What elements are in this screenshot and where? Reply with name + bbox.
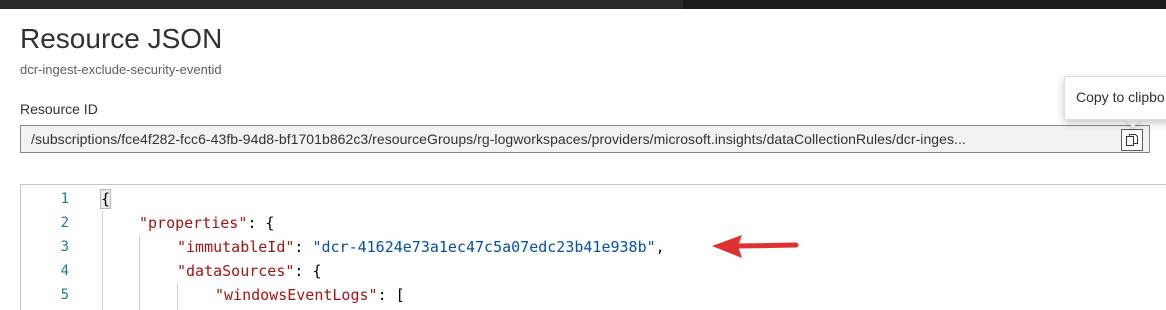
- top-bar: [0, 0, 1166, 9]
- code-line-4: "dataSources": {: [177, 259, 322, 283]
- code-line-5: "windowsEventLogs": [: [215, 283, 405, 307]
- resource-id-value: /subscriptions/fce4f282-fcc6-43fb-94d8-b…: [31, 131, 966, 147]
- line-number-gutter: 1 2 3 4 5: [21, 185, 101, 310]
- copy-icon: [1126, 134, 1138, 146]
- page-subtitle: dcr-ingest-exclude-security-eventid: [20, 62, 222, 77]
- resource-id-label: Resource ID: [20, 101, 98, 117]
- code-line-2: "properties": {: [139, 211, 274, 235]
- json-key: "windowsEventLogs": [215, 286, 378, 304]
- json-key: "immutableId": [177, 238, 295, 256]
- json-punct: : {: [247, 214, 275, 232]
- json-punct: {: [99, 189, 112, 209]
- code-line-1: {: [99, 187, 112, 211]
- json-punct: : [: [377, 286, 405, 304]
- indent-guide: [139, 235, 140, 310]
- indent-guide: [102, 211, 103, 310]
- json-key: "dataSources": [177, 262, 295, 280]
- indent-guide: [177, 283, 178, 310]
- line-number: 1: [60, 191, 69, 207]
- line-number: 5: [60, 287, 69, 303]
- line-number: 2: [60, 215, 69, 231]
- copy-to-clipboard-button[interactable]: [1121, 129, 1143, 151]
- code-line-3: "immutableId": "dcr-41624e73a1ec47c5a07e…: [177, 235, 665, 259]
- json-punct: ,: [655, 238, 665, 256]
- code-area[interactable]: { "properties": { "immutableId": "dcr-41…: [99, 185, 1166, 310]
- top-bar-segment: [0, 0, 683, 9]
- line-number: 4: [60, 263, 69, 279]
- json-punct: :: [294, 238, 313, 256]
- immutable-id-value: "dcr-41624e73a1ec47c5a07edc23b41e938b": [312, 238, 656, 256]
- annotation-arrow-icon: [712, 235, 799, 258]
- resource-id-field[interactable]: /subscriptions/fce4f282-fcc6-43fb-94d8-b…: [20, 125, 1150, 153]
- line-number: 3: [60, 239, 69, 255]
- copy-tooltip: Copy to clipbo: [1064, 76, 1166, 120]
- json-editor[interactable]: 1 2 3 4 5 { "properties": { "immutableId…: [20, 184, 1166, 310]
- json-key: "properties": [139, 214, 248, 232]
- page-title: Resource JSON: [20, 23, 223, 54]
- json-punct: : {: [294, 262, 322, 280]
